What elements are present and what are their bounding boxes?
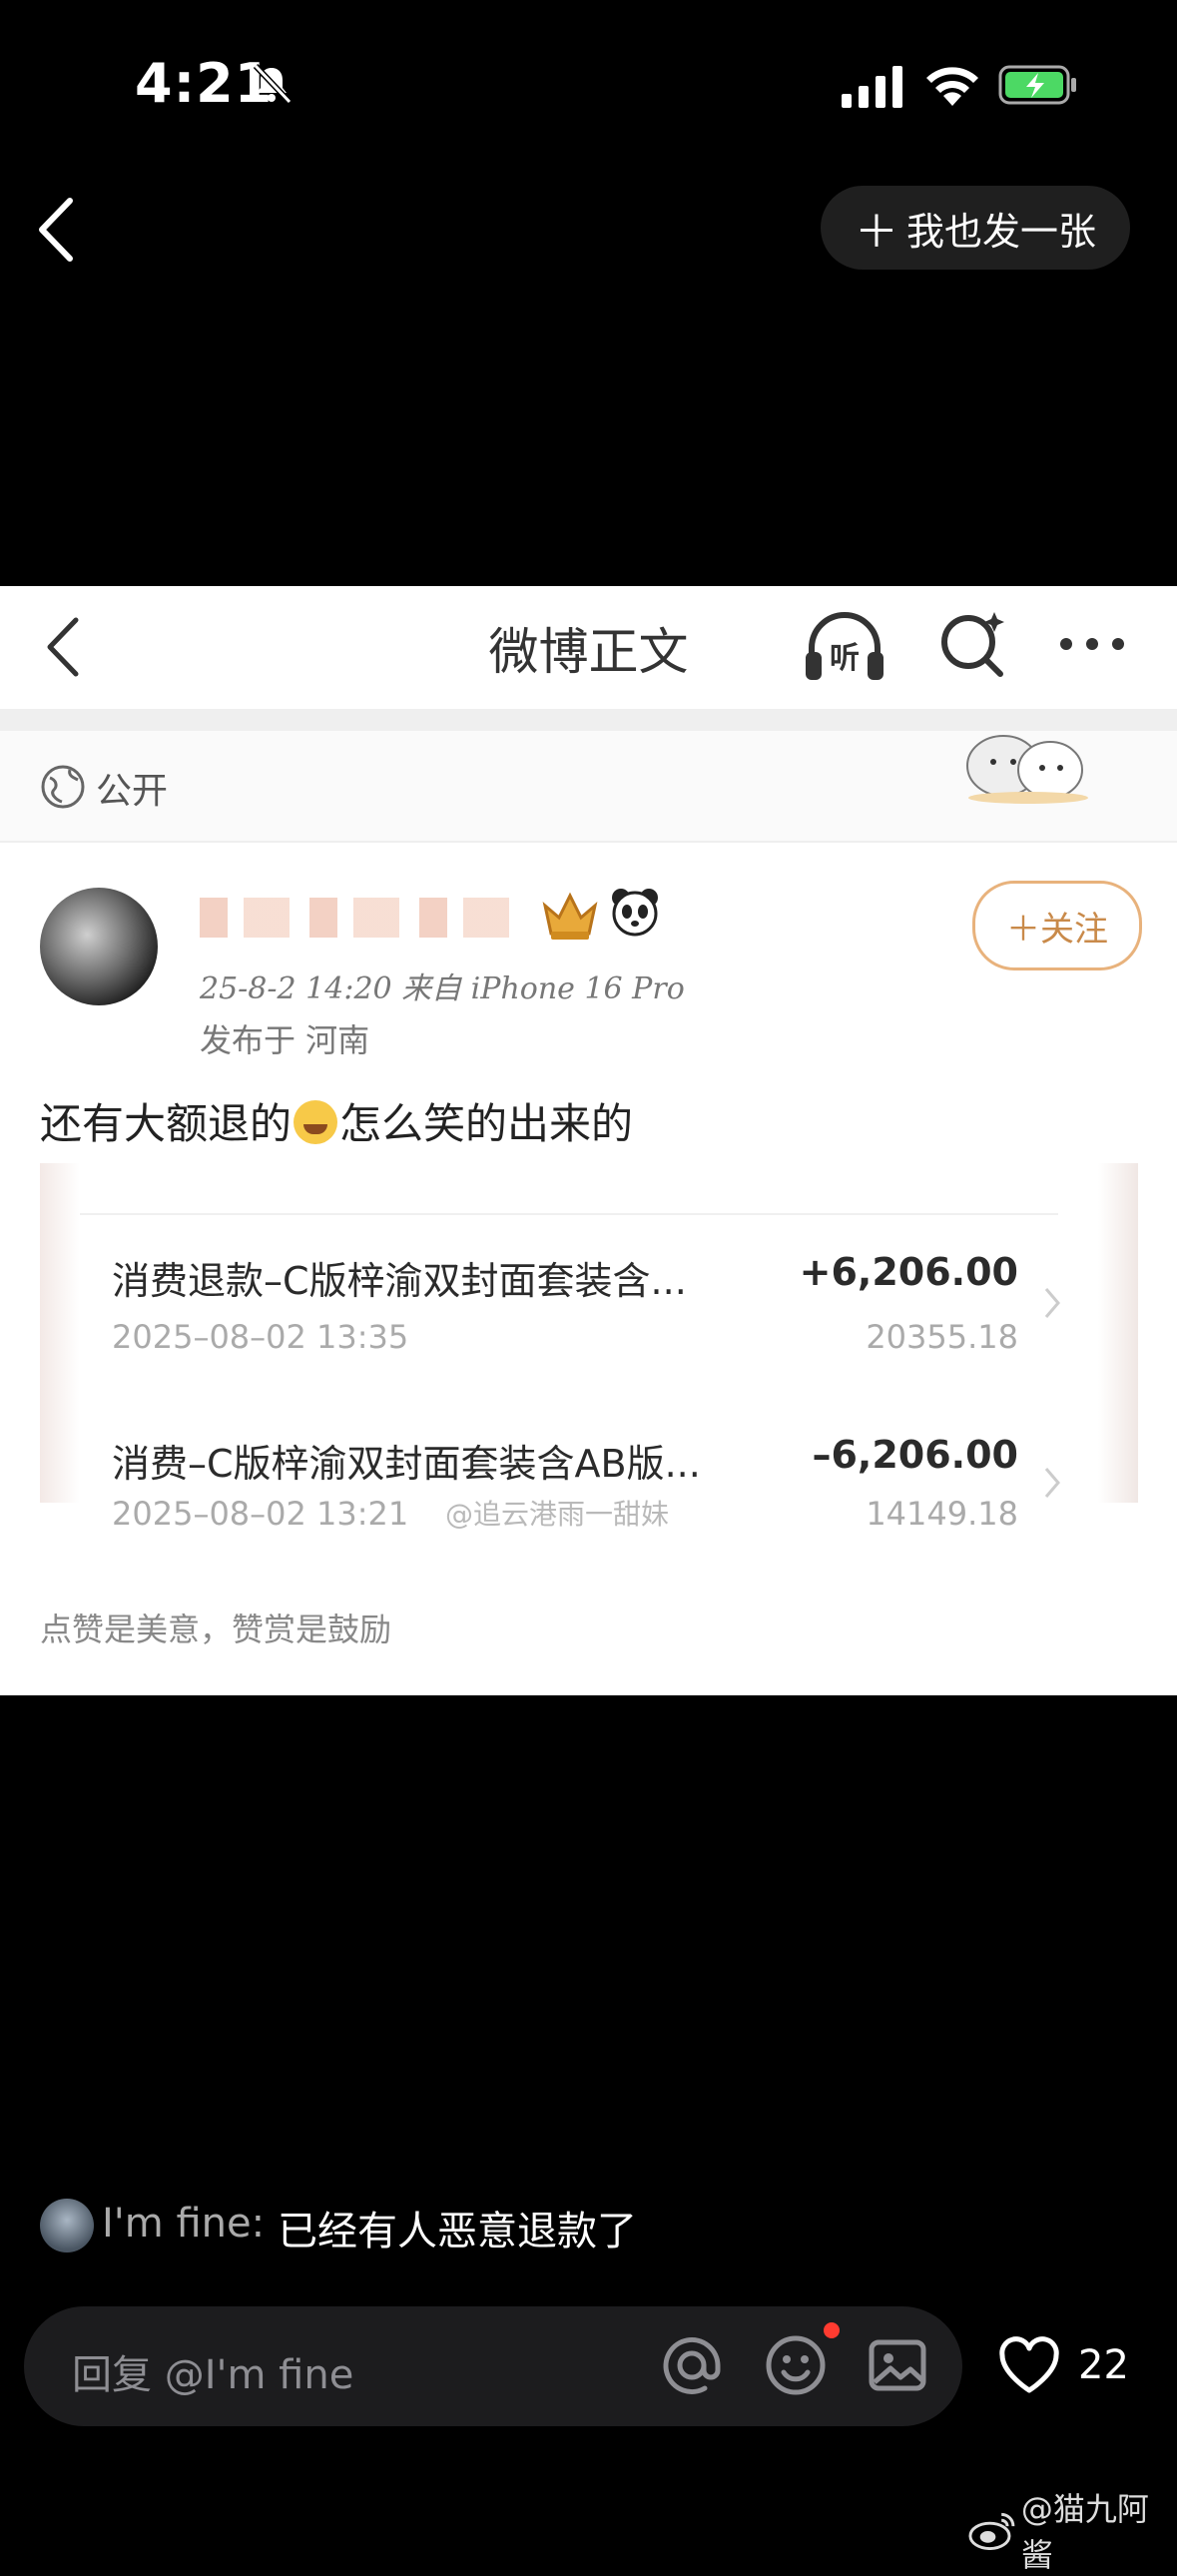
image-watermark: @追云港雨一甜妹 (445, 1498, 670, 1531)
crying-laughing-emoji-icon (294, 1100, 338, 1144)
watermark-handle: @猫九阿酱 (1020, 2490, 1149, 2574)
reward-slogan: 点赞是美意，赞赏是鼓励 (40, 1610, 392, 1648)
commenter-name[interactable]: I'm fine: (102, 2201, 265, 2247)
post-photo-button[interactable]: ＋ 我也发一张 (821, 186, 1130, 270)
shared-screenshot[interactable]: 微博正文 听 公开 25-8-2 14:20 来自 iPhone 16 Pro … (0, 586, 1177, 1695)
back-icon[interactable] (30, 195, 80, 265)
post-photo-label: 我也发一张 (905, 209, 1096, 254)
transaction-amount: +6,206.00 (799, 1250, 1018, 1294)
panda-badge-icon (612, 889, 658, 937)
transaction-title: 消费退款–C版梓渝双封面套装含... (112, 1259, 687, 1303)
heart-icon[interactable] (998, 2336, 1060, 2394)
post-text-part1: 还有大额退的 (40, 1099, 293, 1148)
battery-charging-icon (998, 65, 1076, 105)
headphones-listen-icon: 听 (806, 612, 883, 680)
more-icon (1060, 638, 1124, 650)
screenshot-search-icon (941, 612, 1004, 677)
listen-label: 听 (830, 641, 860, 676)
bell-muted-icon (253, 63, 293, 105)
post-text-part2: 怎么笑的出来的 (339, 1099, 634, 1148)
cartoon-sticker (966, 735, 1088, 804)
author-avatar (40, 888, 158, 1005)
transaction-balance: 14149.18 (866, 1495, 1018, 1533)
weibo-watermark: @猫九阿酱 (968, 2484, 1177, 2576)
reply-placeholder: 回复 @I'm fine (72, 2352, 354, 2398)
globe-icon (41, 765, 85, 809)
transaction-title: 消费–C版梓渝双封面套装含AB版... (112, 1442, 701, 1486)
like-count: 22 (1078, 2342, 1129, 2388)
divider (80, 1213, 1058, 1215)
chevron-right-icon (1044, 1288, 1060, 1318)
notification-dot (824, 2322, 840, 2338)
commenter-avatar[interactable] (40, 2199, 94, 2253)
follow-button: ＋ 关注 (972, 881, 1142, 970)
comment-text: 已经有人恶意退款了 (278, 2209, 637, 2254)
plus-icon: ＋ (854, 207, 898, 258)
visibility-label: 公开 (96, 771, 169, 812)
transaction-date: 2025–08–02 13:35 (112, 1318, 409, 1356)
emoji-smile-icon[interactable] (765, 2334, 827, 2396)
wifi-icon (926, 67, 978, 106)
transaction-date: 2025–08–02 13:21 (112, 1495, 409, 1533)
image-icon[interactable] (867, 2334, 928, 2396)
author-name-blurred (200, 898, 529, 938)
mention-at-icon[interactable] (661, 2334, 723, 2396)
chevron-right-icon (1044, 1468, 1060, 1498)
transaction-amount: –6,206.00 (812, 1433, 1018, 1477)
post-text: 还有大额退的 怎么笑的出来的 (40, 1090, 633, 1151)
weibo-logo-icon (968, 2512, 1015, 2550)
cellular-signal-icon (842, 66, 902, 108)
crown-badge-icon (542, 892, 598, 940)
transaction-balance: 20355.18 (866, 1318, 1018, 1356)
post-meta: 25-8-2 14:20 来自 iPhone 16 Pro (200, 971, 685, 1006)
plus-icon: ＋ (1006, 909, 1040, 950)
follow-label: 关注 (1040, 909, 1108, 950)
post-location: 发布于 河南 (200, 1021, 370, 1059)
